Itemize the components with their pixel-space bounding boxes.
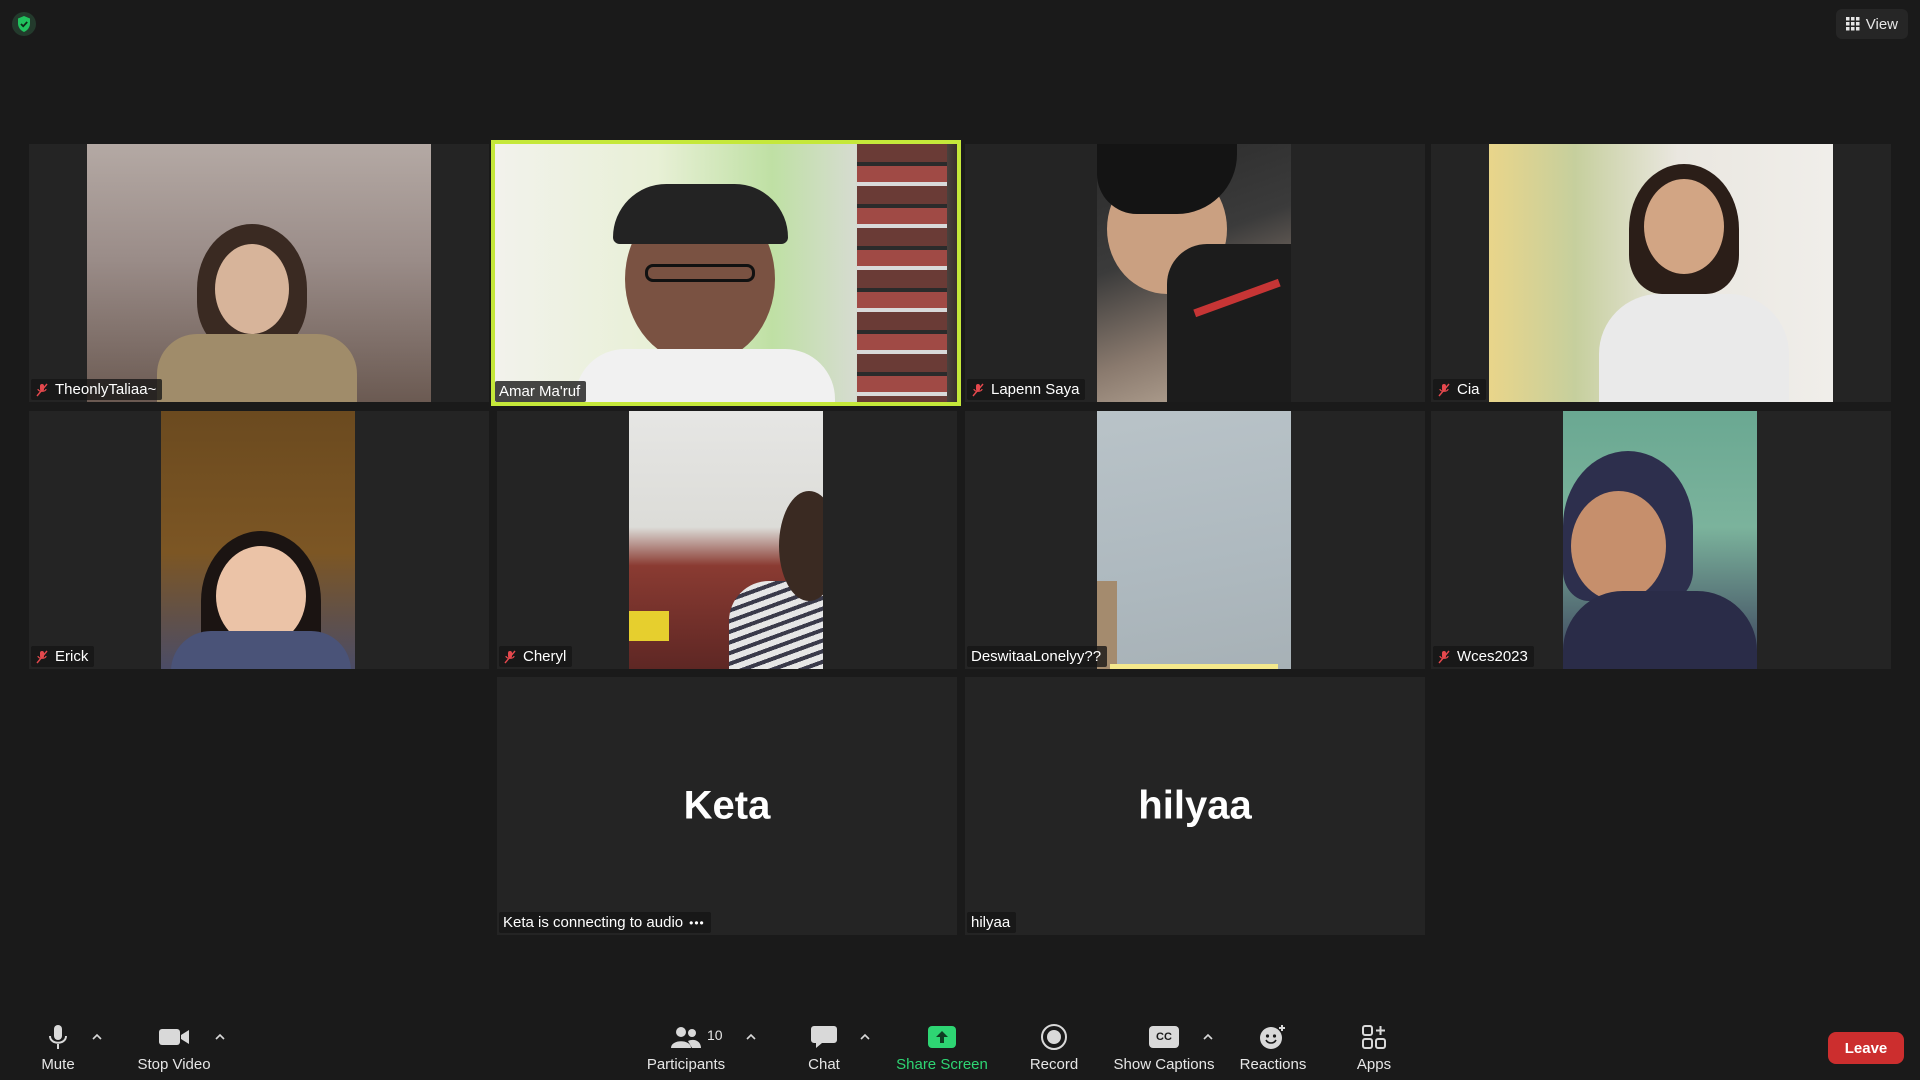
mic-muted-icon: [504, 650, 516, 663]
participant-display-name: Keta: [683, 783, 771, 828]
mic-muted-icon: [972, 383, 984, 396]
video-tile-theonlytaliaa[interactable]: TheonlyTaliaa~: [29, 144, 489, 402]
participants-button[interactable]: Participants: [644, 1014, 728, 1080]
participant-name-tag: Amar Ma'ruf: [495, 381, 587, 402]
smiley-reaction-icon: [1260, 1024, 1285, 1049]
mute-button[interactable]: Mute: [34, 1014, 82, 1080]
video-tile-erick[interactable]: Erick: [29, 411, 489, 669]
record-button[interactable]: Record: [1023, 1014, 1085, 1080]
video-tile-deswitaalonelyy[interactable]: DeswitaaLonelyy??: [965, 411, 1425, 669]
video-tile-cia[interactable]: Cia: [1431, 144, 1891, 402]
closed-captions-icon: CC: [1149, 1025, 1179, 1048]
reactions-button[interactable]: Reactions: [1236, 1014, 1310, 1080]
participant-name-tag: Cheryl: [499, 646, 573, 667]
view-button[interactable]: View: [1835, 9, 1908, 39]
participants-icon: [671, 1026, 701, 1048]
record-icon: [1041, 1023, 1067, 1050]
video-tile-cheryl[interactable]: Cheryl: [497, 411, 957, 669]
apps-icon: [1362, 1024, 1386, 1049]
participant-video: [1097, 144, 1291, 402]
mic-muted-icon: [1438, 383, 1450, 396]
encryption-shield-icon[interactable]: [12, 12, 36, 36]
leave-meeting-button[interactable]: Leave: [1828, 1032, 1904, 1064]
participant-video: [1097, 411, 1291, 669]
participant-name-tag: TheonlyTaliaa~: [31, 379, 163, 400]
chat-bubble-icon: [811, 1025, 837, 1048]
share-screen-icon: [928, 1025, 956, 1048]
participant-name-tag: Cia: [1433, 379, 1486, 400]
participant-name-tag: DeswitaaLonelyy??: [967, 646, 1108, 667]
participant-name-tag: Lapenn Saya: [967, 379, 1086, 400]
zoom-meeting-window: View TheonlyTaliaa~ Amar Ma'ruf Lapenn S…: [0, 0, 1920, 1080]
mic-muted-icon: [1438, 650, 1450, 663]
mic-muted-icon: [36, 383, 48, 396]
video-tile-lapenn-saya[interactable]: Lapenn Saya: [965, 144, 1425, 402]
chat-options-caret-icon[interactable]: [858, 1030, 872, 1044]
show-captions-button[interactable]: CC Show Captions: [1112, 1014, 1216, 1080]
participant-video: [1563, 411, 1757, 669]
video-camera-icon: [159, 1028, 189, 1045]
participants-options-caret-icon[interactable]: [744, 1030, 758, 1044]
participant-name-tag: Erick: [31, 646, 95, 667]
meeting-toolbar: Mute Stop Video Participants 10 Chat Sha…: [0, 1014, 1920, 1080]
participants-count: 10: [707, 1027, 723, 1043]
video-tile-keta[interactable]: Keta Keta is connecting to audio •••: [497, 677, 957, 935]
video-tile-hilyaa[interactable]: hilyaa hilyaa: [965, 677, 1425, 935]
participant-video: [1489, 144, 1833, 402]
captions-options-caret-icon[interactable]: [1201, 1030, 1215, 1044]
mic-muted-icon: [36, 650, 48, 663]
view-label: View: [1865, 15, 1898, 33]
participant-video: [87, 144, 431, 402]
audio-options-caret-icon[interactable]: [90, 1030, 104, 1044]
chat-button[interactable]: Chat: [800, 1014, 848, 1080]
video-options-caret-icon[interactable]: [213, 1030, 227, 1044]
participant-name-tag: Keta is connecting to audio •••: [499, 912, 711, 933]
participant-video: [495, 144, 957, 402]
participant-display-name: hilyaa: [1138, 783, 1252, 828]
stop-video-button[interactable]: Stop Video: [132, 1014, 216, 1080]
share-screen-button[interactable]: Share Screen: [894, 1014, 990, 1080]
connecting-dots-icon: •••: [689, 915, 705, 930]
participant-name-tag: Wces2023: [1433, 646, 1534, 667]
video-tile-amar-maruf[interactable]: Amar Ma'ruf: [491, 140, 961, 406]
audio-level-bar: [1110, 664, 1278, 669]
grid-icon: [1845, 17, 1860, 31]
participant-name-tag: hilyaa: [967, 912, 1017, 933]
participant-video: [629, 411, 823, 669]
microphone-icon: [49, 1024, 67, 1049]
participant-video: [161, 411, 355, 669]
video-tile-wces2023[interactable]: Wces2023: [1431, 411, 1891, 669]
apps-button[interactable]: Apps: [1350, 1014, 1398, 1080]
